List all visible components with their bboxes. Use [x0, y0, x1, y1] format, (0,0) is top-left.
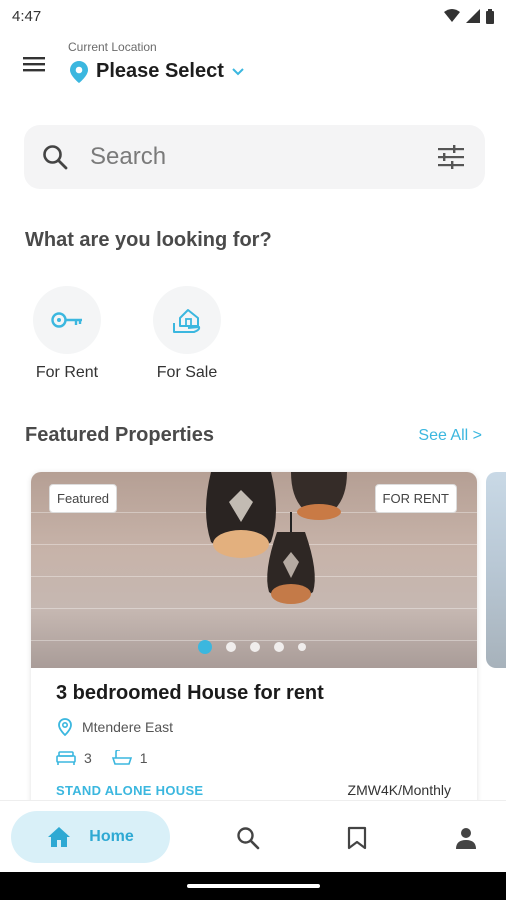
property-image[interactable]: Featured FOR RENT — [31, 472, 477, 668]
pendant-lamp-image — [267, 512, 315, 604]
property-features: 3 1 — [56, 750, 148, 766]
featured-title: Featured Properties — [25, 424, 214, 446]
nav-search[interactable] — [233, 823, 263, 853]
bathtub-icon — [111, 750, 132, 765]
search-icon — [237, 827, 260, 850]
search-input[interactable] — [90, 143, 435, 171]
bedroom-count: 3 — [84, 750, 92, 766]
category-for-sale[interactable]: For Sale — [132, 286, 242, 382]
property-location: Mtendere East — [58, 718, 173, 736]
location-value: Please Select — [96, 60, 224, 82]
pager-dot[interactable] — [298, 643, 306, 651]
system-nav-bar — [0, 872, 506, 900]
image-pager — [198, 640, 306, 654]
property-type: STAND ALONE HOUSE — [56, 783, 204, 798]
pager-dot[interactable] — [250, 642, 260, 652]
property-price: ZMW4K/Monthly — [347, 782, 451, 798]
property-card[interactable]: Featured FOR RENT 3 bedroomed House for … — [31, 472, 477, 812]
hamburger-menu-icon — [23, 57, 45, 72]
nav-bookmarks[interactable] — [342, 823, 372, 853]
bookmark-icon — [347, 826, 367, 850]
featured-badge: Featured — [49, 484, 118, 513]
bathroom-count: 1 — [139, 750, 148, 766]
pager-dot[interactable] — [226, 642, 236, 652]
home-icon — [48, 827, 71, 847]
pager-dot[interactable] — [274, 642, 284, 652]
see-all-link[interactable]: See All > — [418, 427, 482, 445]
profile-icon — [456, 828, 476, 849]
location-pin-icon — [70, 60, 88, 83]
category-for-sale-circle — [153, 286, 221, 354]
home-indicator[interactable] — [187, 884, 320, 888]
menu-button[interactable] — [22, 52, 48, 76]
status-badge: FOR RENT — [374, 484, 457, 513]
battery-icon — [486, 8, 494, 24]
filter-button[interactable] — [435, 141, 467, 173]
nav-profile[interactable] — [451, 823, 481, 853]
key-icon — [51, 312, 82, 328]
search-icon — [43, 145, 68, 170]
bottom-nav: Home — [0, 800, 506, 872]
next-property-card[interactable] — [486, 472, 506, 668]
location-selector[interactable]: Please Select — [70, 60, 244, 83]
property-location-text: Mtendere East — [82, 719, 174, 735]
chevron-down-icon — [232, 67, 244, 75]
bed-icon — [56, 751, 76, 765]
status-time: 4:47 — [12, 7, 42, 25]
category-for-rent[interactable]: For Rent — [12, 286, 122, 382]
app-header: Current Location Please Select — [0, 38, 506, 94]
filter-sliders-icon — [438, 145, 464, 169]
status-icons — [444, 8, 494, 24]
nav-home-label: Home — [89, 828, 134, 845]
location-pin-outline-icon — [58, 718, 72, 736]
signal-icon — [466, 9, 480, 23]
categories-title: What are you looking for? — [25, 229, 272, 251]
category-label: For Sale — [156, 364, 218, 381]
house-hand-icon — [173, 309, 201, 333]
wifi-icon — [444, 9, 460, 22]
status-bar: 4:47 — [0, 0, 506, 32]
search-bar — [24, 125, 485, 189]
pager-dot[interactable] — [198, 640, 212, 654]
category-for-rent-circle — [33, 286, 101, 354]
property-title: 3 bedroomed House for rent — [56, 682, 324, 704]
nav-home[interactable]: Home — [11, 811, 170, 863]
location-caption: Current Location — [68, 40, 157, 54]
category-label: For Rent — [35, 364, 99, 381]
